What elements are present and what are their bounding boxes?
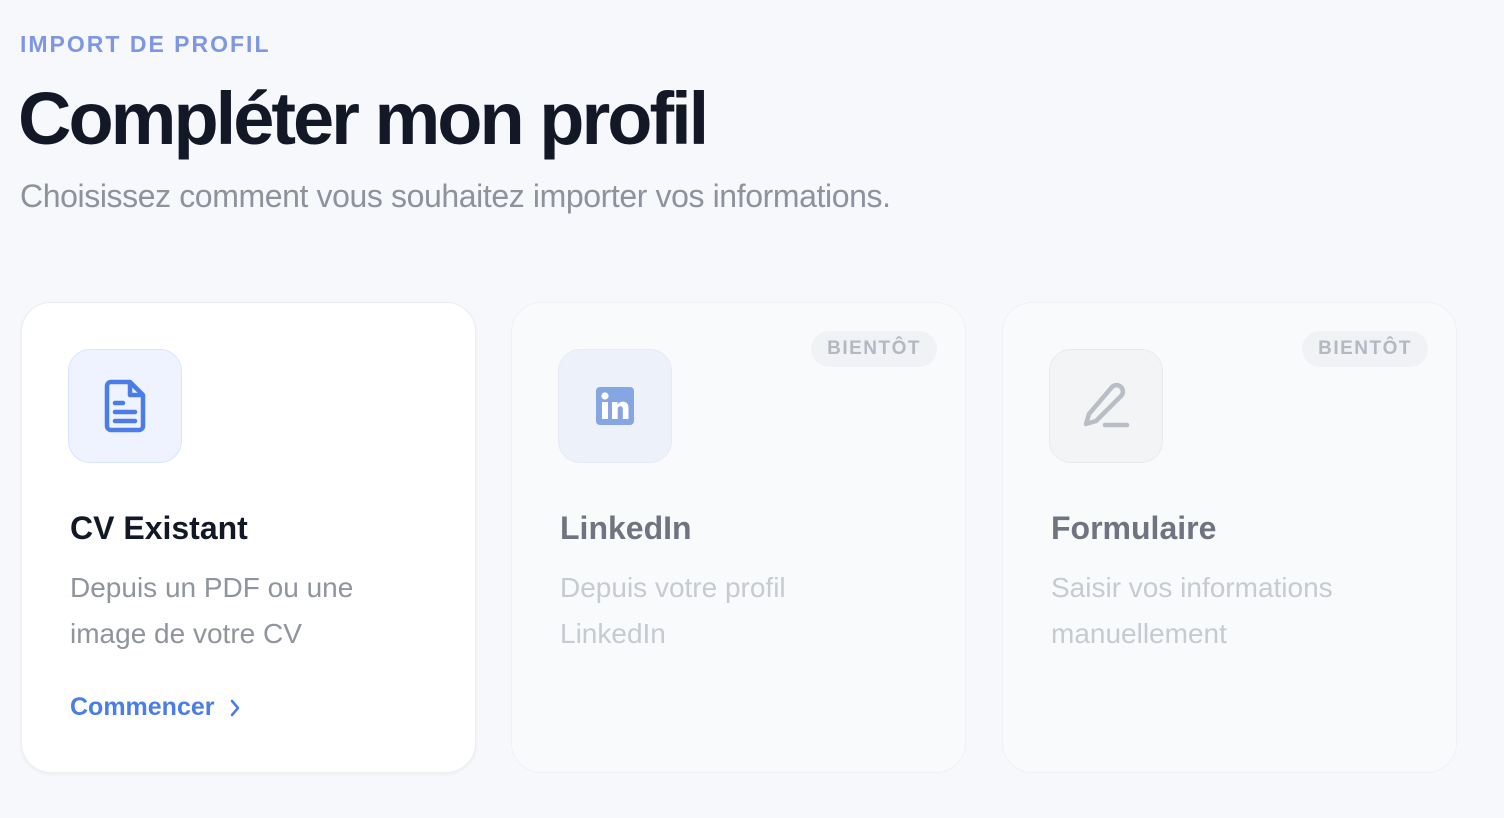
import-option-cv[interactable]: CV Existant Depuis un PDF ou une image d… [21,302,476,773]
page-subtitle: Choisissez comment vous souhaitez import… [20,178,891,214]
coming-soon-badge: BIENTÔT [811,331,937,367]
pencil-icon [1083,382,1130,428]
form-icon-box [1049,349,1163,463]
linkedin-icon [596,387,634,425]
import-option-form: BIENTÔT Formulaire Saisir vos informatio… [1002,302,1457,773]
card-description: Depuis un PDF ou une image de votre CV [70,572,354,649]
chevron-right-icon [230,699,239,716]
cv-icon-box [68,349,182,463]
card-title: LinkedIn [560,510,692,546]
linkedin-icon-box [558,349,672,463]
import-profile-page: IMPORT DE PROFIL Compléter mon profil Ch… [0,0,1504,818]
card-description: Depuis votre profil LinkedIn [560,572,786,649]
start-button[interactable]: Commencer [70,693,241,722]
card-title: CV Existant [70,510,248,546]
coming-soon-badge: BIENTÔT [1302,331,1428,367]
card-title: Formulaire [1051,510,1217,546]
eyebrow-label: IMPORT DE PROFIL [20,31,271,57]
document-icon [104,379,146,433]
start-button-label: Commencer [70,693,215,721]
card-description: Saisir vos informations manuellement [1051,572,1333,649]
import-option-linkedin: BIENTÔT LinkedIn Depuis votre profil Lin… [511,302,966,773]
page-title: Compléter mon profil [18,77,709,160]
